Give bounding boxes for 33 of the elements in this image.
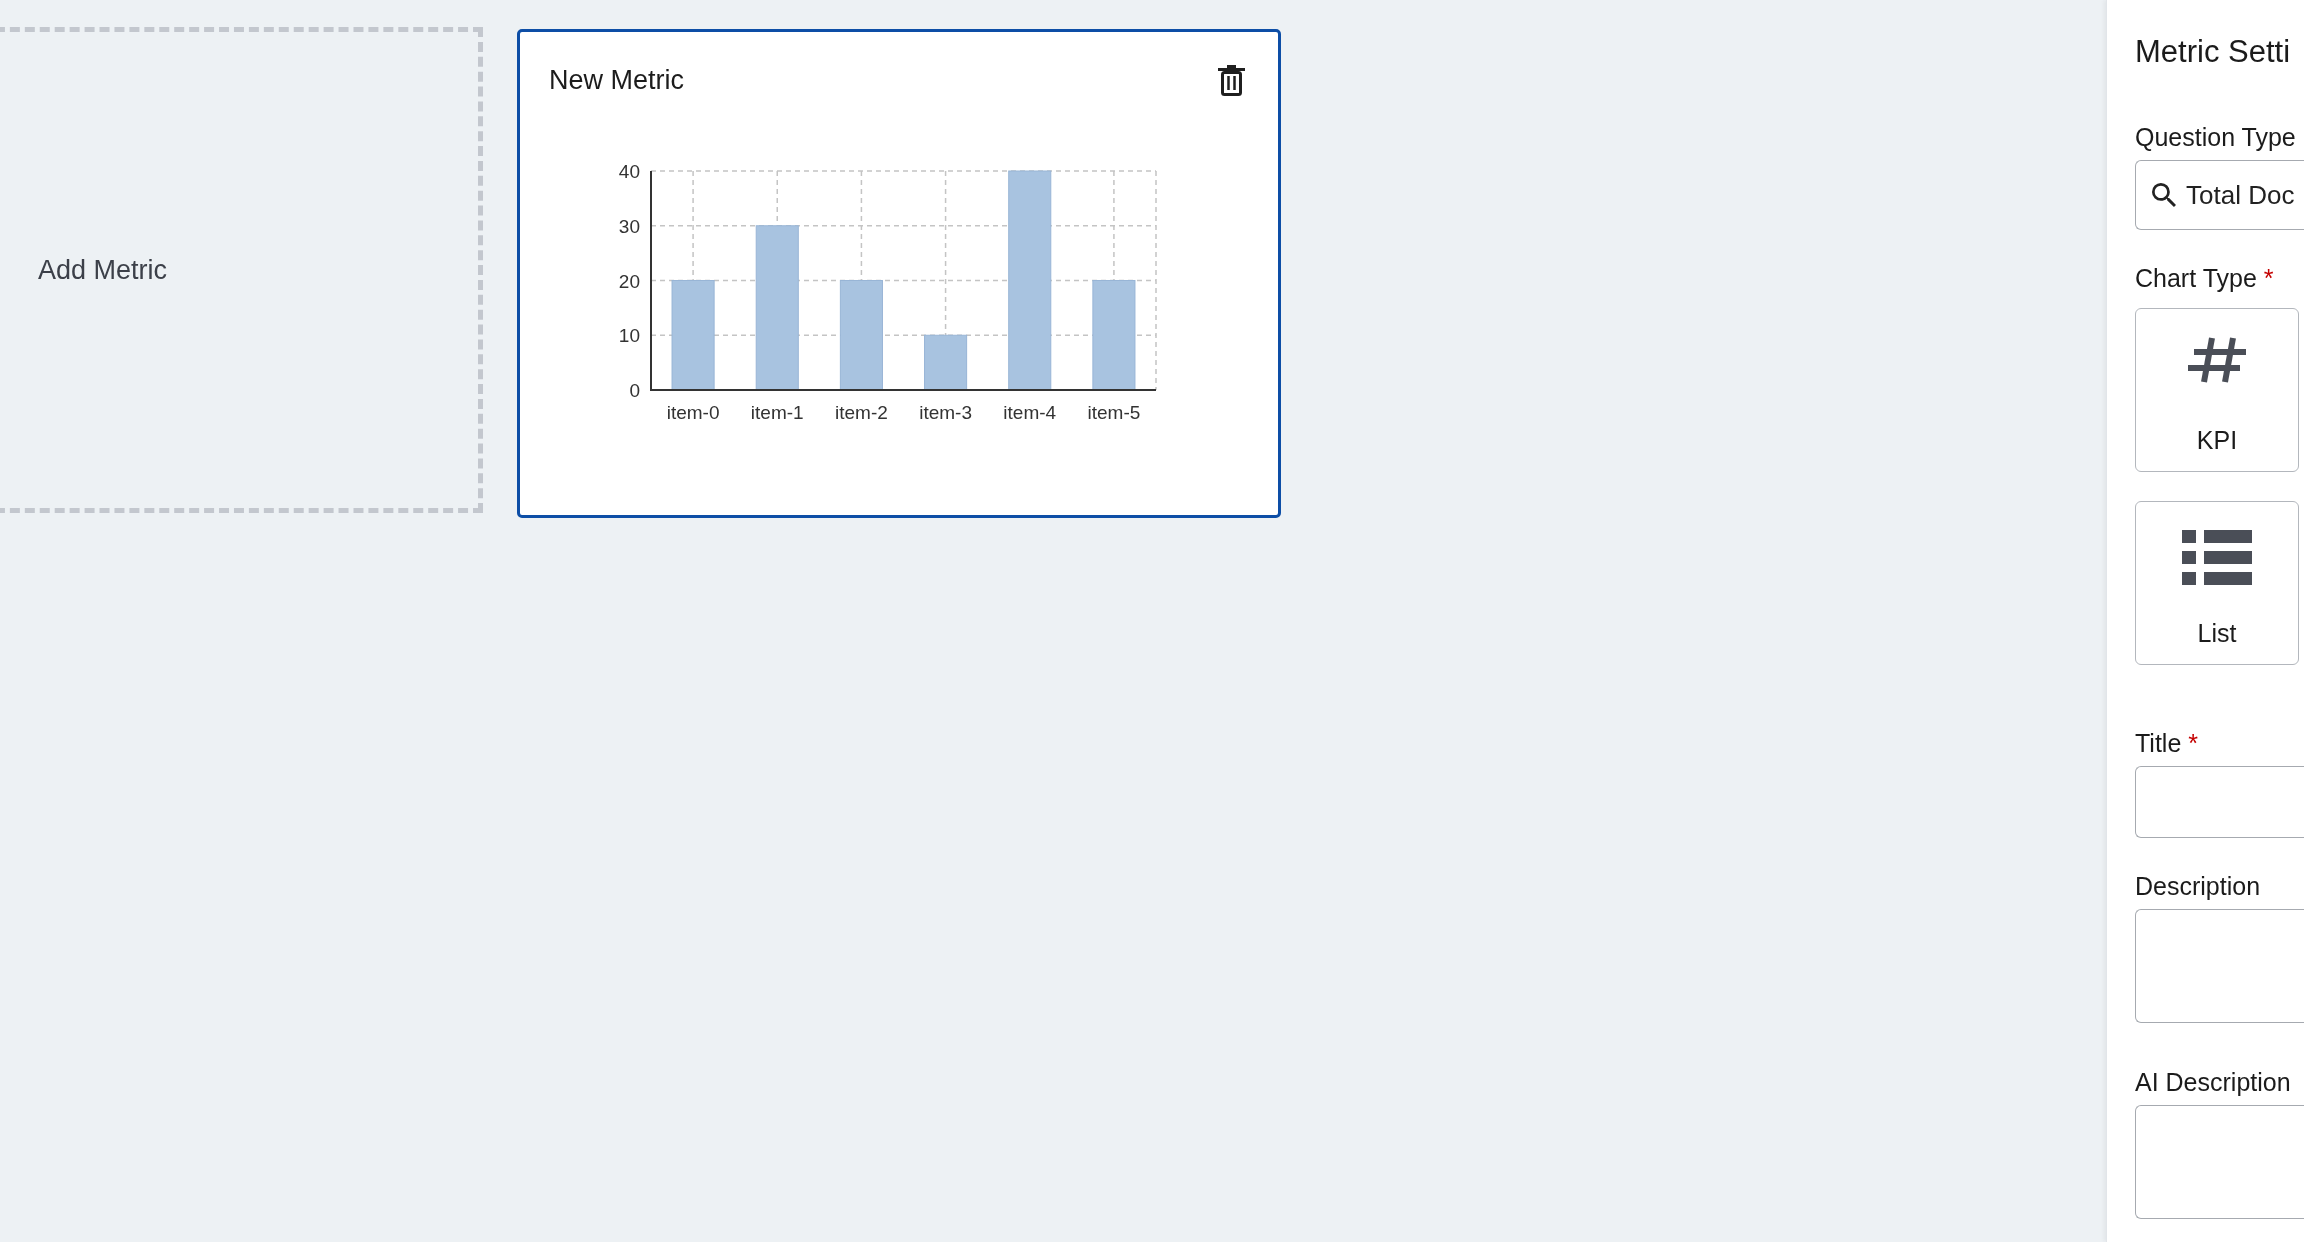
x-axis-label: item-3	[919, 402, 972, 423]
chart-type-option[interactable]: KPI	[2135, 308, 2299, 472]
x-axis-label: item-5	[1087, 402, 1141, 423]
metric-card[interactable]: New Metric 0 10 20 30 40 item-0 item-1 item-2 item-3 item-4 item-5	[517, 29, 1281, 518]
text-area[interactable]	[2135, 909, 2304, 1023]
hash-icon	[2187, 337, 2247, 383]
x-axis-label: item-0	[666, 402, 720, 423]
field-label: Description	[2135, 871, 2261, 901]
x-axis-label: item-2	[835, 402, 888, 423]
text-area[interactable]	[2135, 1105, 2304, 1219]
y-axis-label: 0	[629, 380, 640, 401]
text-input[interactable]	[2135, 766, 2304, 838]
field-label: Chart Type	[2135, 263, 2257, 293]
field-label: Question Type	[2135, 122, 2296, 152]
required-asterisk: *	[2188, 728, 2199, 758]
x-axis-label: item-4	[1003, 402, 1057, 423]
y-axis-label: 30	[618, 215, 640, 237]
search-icon	[2152, 183, 2176, 207]
trash-icon[interactable]	[1218, 64, 1245, 96]
field-label: AI Description	[2135, 1067, 2291, 1097]
chart-type-option[interactable]: List	[2135, 501, 2299, 665]
y-axis-label: 40	[618, 161, 640, 182]
required-asterisk: *	[2263, 263, 2274, 293]
y-axis-label: 20	[618, 270, 640, 292]
field-label: Title	[2135, 728, 2182, 758]
add-metric-button[interactable]: Add Metric	[0, 27, 483, 513]
card-title: New Metric	[549, 64, 684, 96]
chart-bar	[924, 334, 968, 391]
y-axis-label: 10	[618, 325, 640, 347]
x-axis-label: item-1	[750, 402, 804, 423]
search-field[interactable]: Total Doc	[2135, 160, 2304, 230]
list-icon	[2182, 530, 2252, 585]
panel-title: Metric Setti	[2135, 33, 2292, 71]
